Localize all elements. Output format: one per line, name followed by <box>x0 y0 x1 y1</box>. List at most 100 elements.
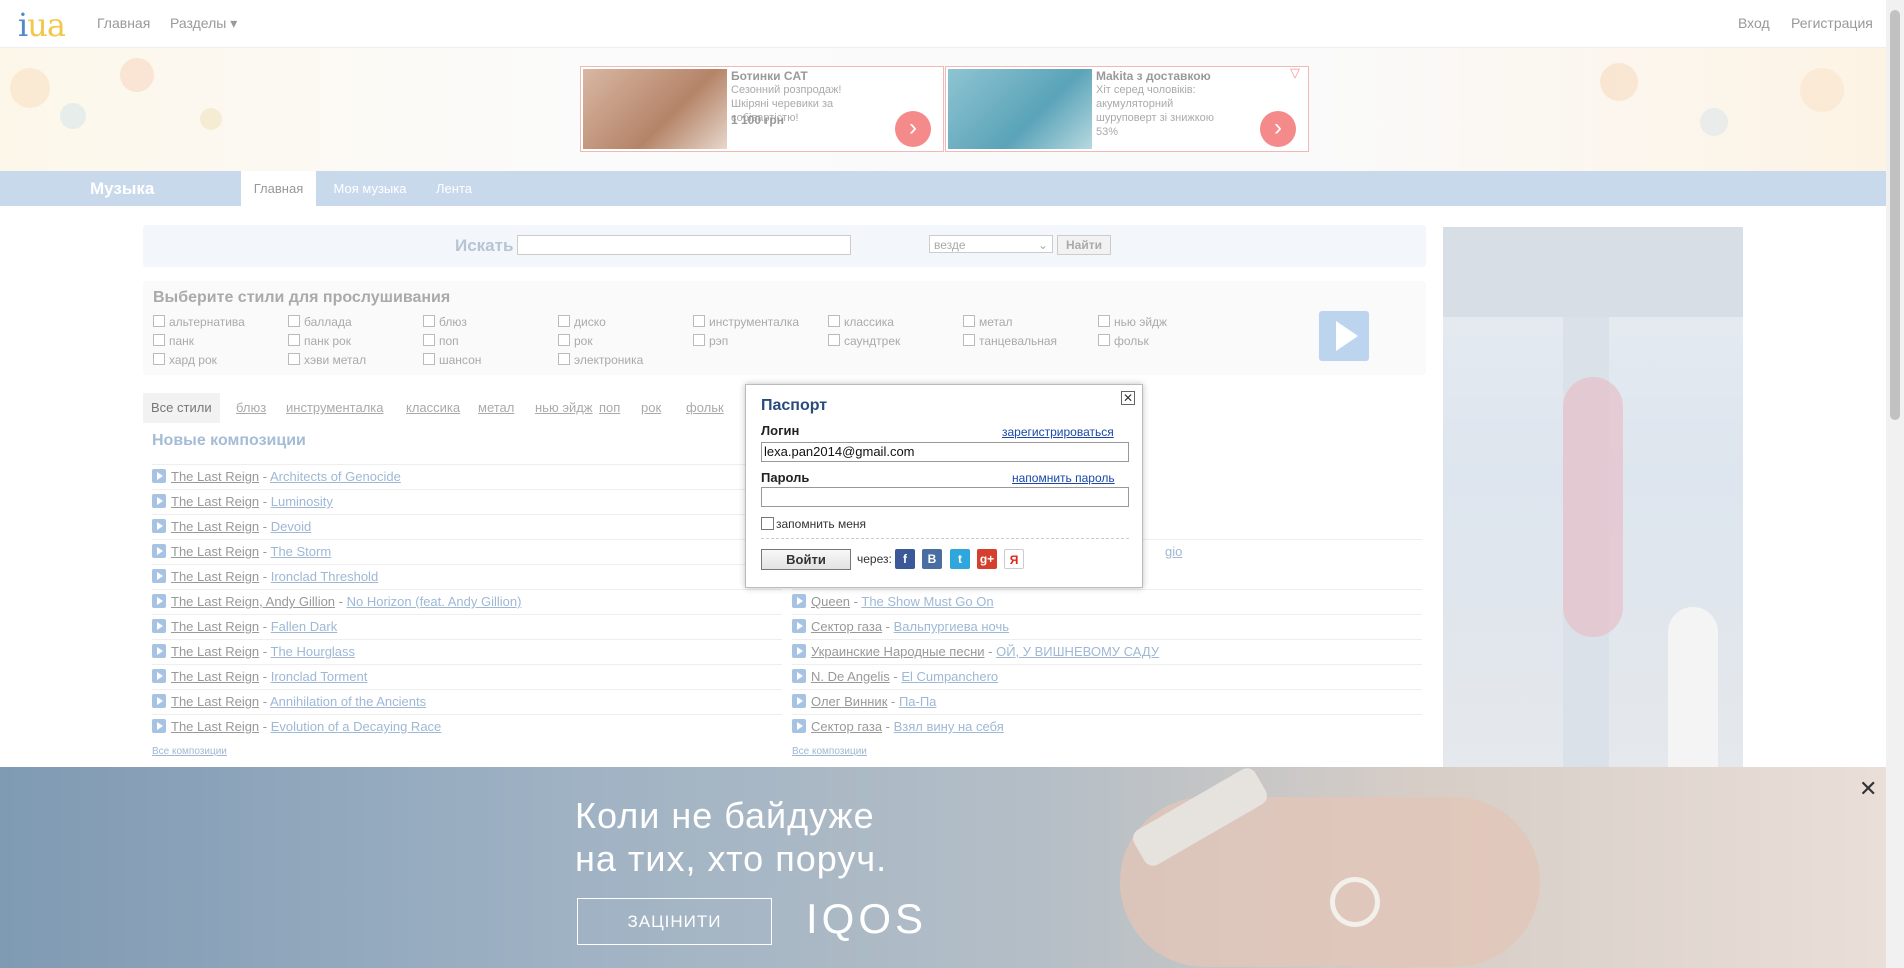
track-song[interactable]: Взял вину на себя <box>894 719 1004 734</box>
track-artist[interactable]: The Last Reign <box>171 469 259 484</box>
track-artist[interactable]: Queen <box>811 594 850 609</box>
style-checkbox[interactable]: нью эйдж <box>1098 315 1167 329</box>
checkbox-box[interactable] <box>423 315 435 327</box>
track-artist[interactable]: Украинские Народные песни <box>811 644 985 659</box>
play-icon[interactable] <box>152 544 166 558</box>
checkbox-box[interactable] <box>963 334 975 346</box>
checkbox-box[interactable] <box>153 315 165 327</box>
play-icon[interactable] <box>152 719 166 733</box>
play-icon[interactable] <box>792 619 806 633</box>
style-checkbox[interactable]: поп <box>423 334 459 348</box>
ad-card-makita[interactable]: Makita з доставкою Хіт серед чоловіків: … <box>945 66 1309 152</box>
play-styles-button[interactable] <box>1319 311 1369 361</box>
genre-tab[interactable]: инструменталка <box>286 393 384 423</box>
track-song[interactable]: Вальпургиева ночь <box>894 619 1009 634</box>
checkbox-box[interactable] <box>288 353 300 365</box>
search-scope-select[interactable]: везде ⌄ <box>929 235 1053 253</box>
play-icon[interactable] <box>792 644 806 658</box>
checkbox-box[interactable] <box>693 334 705 346</box>
twitter-icon[interactable]: t <box>950 549 970 569</box>
track-artist[interactable]: The Last Reign <box>171 619 259 634</box>
track-artist[interactable]: The Last Reign <box>171 669 259 684</box>
play-icon[interactable] <box>792 694 806 708</box>
style-checkbox[interactable]: классика <box>828 315 894 329</box>
checkbox-box[interactable] <box>153 334 165 346</box>
track-artist[interactable]: The Last Reign <box>171 694 259 709</box>
track-artist[interactable]: The Last Reign <box>171 544 259 559</box>
track-song[interactable]: Па-Па <box>899 694 936 709</box>
track-artist[interactable]: Олег Винник <box>811 694 887 709</box>
track-artist[interactable]: The Last Reign <box>171 569 259 584</box>
style-checkbox[interactable]: саундтрек <box>828 334 900 348</box>
register-link[interactable]: зарегистрироваться <box>1002 425 1114 439</box>
login-submit-button[interactable]: Войти <box>761 549 851 570</box>
search-button[interactable]: Найти <box>1057 235 1111 255</box>
bottom-advertisement-banner[interactable]: Коли не байдуже на тих, хто поруч. ЗАЦІНИ… <box>0 767 1886 968</box>
tab-feed[interactable]: Лента <box>428 171 480 206</box>
style-checkbox[interactable]: панк рок <box>288 334 351 348</box>
page-scrollbar[interactable] <box>1886 0 1904 968</box>
style-checkbox[interactable]: рок <box>558 334 593 348</box>
checkbox-box[interactable] <box>558 334 570 346</box>
checkbox-box[interactable] <box>828 315 840 327</box>
vkontakte-icon[interactable]: B <box>922 549 942 569</box>
site-logo[interactable]: iua <box>18 6 66 44</box>
remind-password-link[interactable]: напомнить пароль <box>1012 471 1115 485</box>
style-checkbox[interactable]: электроника <box>558 353 643 367</box>
all-compositions-link-right[interactable]: Все композиции <box>792 746 867 757</box>
tab-home[interactable]: Главная <box>241 171 316 206</box>
track-song[interactable]: Luminosity <box>271 494 333 509</box>
password-input[interactable] <box>761 487 1129 507</box>
style-checkbox[interactable]: танцевальная <box>963 334 1057 348</box>
genre-tab[interactable]: классика <box>406 393 460 423</box>
track-song[interactable]: ОЙ, У ВИШНЕВОМУ САДУ <box>996 644 1159 659</box>
search-input[interactable] <box>517 235 851 255</box>
play-icon[interactable] <box>152 494 166 508</box>
nav-register-link[interactable]: Регистрация <box>1791 15 1873 31</box>
play-icon[interactable] <box>152 594 166 608</box>
track-song[interactable]: Devoid <box>271 519 311 534</box>
banner-cta-button[interactable]: ЗАЦІНИТИ <box>577 898 772 945</box>
genre-tab[interactable]: рок <box>641 393 661 423</box>
genre-tab[interactable]: метал <box>478 393 514 423</box>
ad-close-icon[interactable]: ▽ <box>1290 65 1300 81</box>
genre-tab[interactable]: блюз <box>236 393 266 423</box>
checkbox-box[interactable] <box>423 334 435 346</box>
googleplus-icon[interactable]: g+ <box>977 549 997 569</box>
track-artist[interactable]: The Last Reign <box>171 644 259 659</box>
checkbox-box[interactable] <box>423 353 435 365</box>
track-song[interactable]: Annihilation of the Ancients <box>270 694 426 709</box>
play-icon[interactable] <box>152 569 166 583</box>
checkbox-box[interactable] <box>1098 334 1110 346</box>
track-song[interactable]: El Cumpanchero <box>901 669 998 684</box>
style-checkbox[interactable]: баллада <box>288 315 352 329</box>
track-song[interactable]: The Show Must Go On <box>861 594 993 609</box>
track-song[interactable]: Architects of Genocide <box>270 469 401 484</box>
chevron-right-icon[interactable]: › <box>895 111 931 147</box>
checkbox-box[interactable] <box>288 315 300 327</box>
track-artist[interactable]: Сектор газа <box>811 719 882 734</box>
checkbox-box[interactable] <box>761 517 774 530</box>
track-song[interactable]: The Hourglass <box>271 644 356 659</box>
play-icon[interactable] <box>152 469 166 483</box>
style-checkbox[interactable]: хэви метал <box>288 353 366 367</box>
track-artist[interactable]: The Last Reign, Andy Gillion <box>171 594 335 609</box>
track-artist[interactable]: The Last Reign <box>171 494 259 509</box>
chevron-right-icon[interactable]: › <box>1260 111 1296 147</box>
track-artist[interactable]: The Last Reign <box>171 519 259 534</box>
style-checkbox[interactable]: панк <box>153 334 194 348</box>
sidebar-advertisement[interactable] <box>1443 227 1743 767</box>
facebook-icon[interactable]: f <box>895 549 915 569</box>
all-compositions-link-left[interactable]: Все композиции <box>152 746 227 757</box>
checkbox-box[interactable] <box>153 353 165 365</box>
close-icon[interactable]: ✕ <box>1859 776 1877 802</box>
checkbox-box[interactable] <box>828 334 840 346</box>
nav-home-link[interactable]: Главная <box>97 15 150 31</box>
style-checkbox[interactable]: фольк <box>1098 334 1149 348</box>
play-icon[interactable] <box>152 519 166 533</box>
play-icon[interactable] <box>152 644 166 658</box>
style-checkbox[interactable]: блюз <box>423 315 467 329</box>
checkbox-box[interactable] <box>558 353 570 365</box>
style-checkbox[interactable]: рэп <box>693 334 728 348</box>
remember-me-checkbox[interactable]: запомнить меня <box>761 517 866 531</box>
